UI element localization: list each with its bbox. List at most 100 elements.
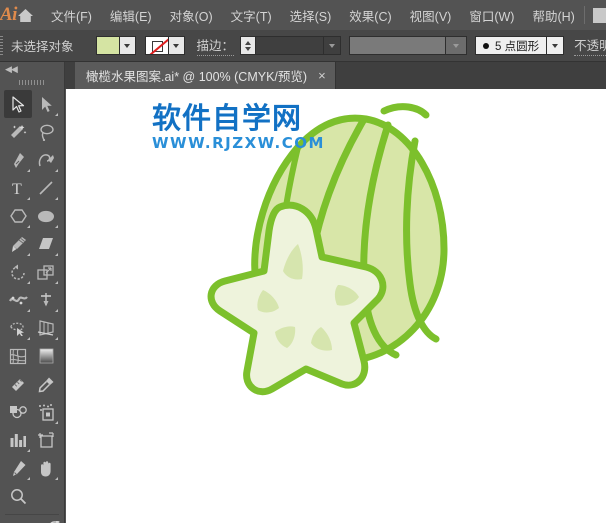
menu-item-window[interactable]: 窗口(W) — [460, 2, 523, 29]
width-tool[interactable] — [4, 286, 32, 314]
menubar-divider-right — [584, 6, 585, 24]
shape-builder-tool[interactable] — [4, 314, 32, 342]
hidden-tools-corner-icon — [27, 337, 30, 340]
menu-item-file[interactable]: 文件(F) — [42, 2, 101, 29]
selection-status-label: 未选择对象 — [3, 36, 82, 55]
double-chevron-left-icon[interactable]: ◀◀ — [5, 64, 17, 75]
symbol-sprayer-tool[interactable] — [32, 398, 60, 426]
stroke-weight-dropdown-button[interactable] — [323, 36, 341, 55]
hidden-tools-corner-icon — [55, 113, 58, 116]
hidden-tools-corner-icon — [55, 169, 58, 172]
hidden-tools-corner-icon — [55, 421, 58, 424]
hidden-tools-corner-icon — [27, 253, 30, 256]
selection-tool[interactable] — [4, 90, 32, 118]
tools-panel-divider — [5, 514, 59, 515]
opacity-label[interactable]: 不透明度 — [574, 35, 606, 56]
close-icon[interactable]: × — [318, 69, 326, 82]
hidden-tools-corner-icon — [27, 169, 30, 172]
curvature-tool[interactable] — [32, 146, 60, 174]
stroke-swatch-none[interactable] — [145, 36, 169, 55]
chevron-down-icon — [552, 44, 558, 48]
menu-item-list: 文件(F) 编辑(E) 对象(O) 文字(T) 选择(S) 效果(C) 视图(V… — [42, 2, 584, 29]
watermark: 软件自学网 WWW.RJZXW.COM — [152, 104, 325, 151]
gradient-tool[interactable] — [32, 342, 60, 370]
paintbrush-tool[interactable] — [4, 230, 32, 258]
free-transform-tool[interactable] — [32, 286, 60, 314]
hidden-tools-corner-icon — [27, 225, 30, 228]
hand-tool[interactable] — [32, 454, 60, 482]
hidden-tools-corner-icon — [55, 253, 58, 256]
scale-tool[interactable] — [32, 258, 60, 286]
polygon-tool[interactable] — [4, 202, 32, 230]
tools-panel: ◀◀ — [0, 62, 65, 523]
measure-tool[interactable] — [4, 370, 32, 398]
perspective-grid-tool[interactable] — [32, 314, 60, 342]
menubar-right-cluster — [584, 6, 606, 24]
hidden-tools-corner-icon — [55, 197, 58, 200]
hidden-tools-corner-icon — [55, 477, 58, 480]
menu-item-view[interactable]: 视图(V) — [401, 2, 461, 29]
stroke-weight-control[interactable] — [240, 36, 341, 55]
stroke-weight-label[interactable]: 描边： — [197, 35, 235, 56]
watermark-url-text: WWW.RJZXW.COM — [152, 136, 325, 151]
fill-dropdown-button[interactable] — [120, 36, 136, 55]
menu-item-type[interactable]: 文字(T) — [222, 2, 281, 29]
fill-color-control[interactable] — [96, 36, 136, 55]
menu-item-effect[interactable]: 效果(C) — [340, 2, 400, 29]
stroke-dropdown-button[interactable] — [169, 36, 185, 55]
app-logo: Ai — [0, 0, 17, 30]
brush-definition-control[interactable]: 5 点圆形 — [475, 36, 564, 55]
magic-wand-tool[interactable] — [4, 118, 32, 146]
brush-definition-value: 5 点圆形 — [495, 38, 539, 54]
chevron-down-icon — [124, 44, 130, 48]
rotate-tool[interactable] — [4, 258, 32, 286]
direct-selection-tool[interactable] — [32, 90, 60, 118]
chevron-down-icon — [453, 44, 459, 48]
control-bar: 未选择对象 描边： — [0, 30, 606, 62]
ellipse-tool[interactable] — [32, 202, 60, 230]
artboard-tool[interactable] — [32, 426, 60, 454]
svg-text:T: T — [12, 181, 22, 196]
hidden-tools-corner-icon — [27, 309, 30, 312]
stroke-weight-input[interactable] — [255, 36, 323, 55]
brush-definition-dropdown-button[interactable] — [546, 36, 564, 55]
eyedropper-tool[interactable] — [32, 370, 60, 398]
brush-definition-field[interactable]: 5 点圆形 — [475, 36, 546, 55]
fill-stroke-widget — [0, 519, 65, 523]
menu-item-help[interactable]: 帮助(H) — [523, 2, 583, 29]
tools-panel-header: ◀◀ — [0, 62, 64, 76]
mesh-tool[interactable] — [4, 342, 32, 370]
zoom-tool[interactable] — [4, 482, 32, 510]
hidden-tools-corner-icon — [27, 281, 30, 284]
home-icon[interactable] — [17, 0, 34, 30]
stepper-updown-icon[interactable] — [240, 36, 255, 55]
window-control-icon[interactable] — [593, 8, 606, 23]
graphic-style-dropdown-button — [445, 36, 467, 55]
slice-tool[interactable] — [4, 454, 32, 482]
chevron-down-icon — [173, 44, 179, 48]
hidden-tools-corner-icon — [27, 477, 30, 480]
hidden-tools-corner-icon — [55, 337, 58, 340]
type-tool[interactable]: T — [4, 174, 32, 202]
line-segment-tool[interactable] — [32, 174, 60, 202]
document-tab-active[interactable]: 橄榄水果图案.ai* @ 100% (CMYK/预览) × — [75, 62, 336, 89]
menu-item-select[interactable]: 选择(S) — [281, 2, 341, 29]
menu-item-edit[interactable]: 编辑(E) — [101, 2, 161, 29]
fill-swatch[interactable] — [96, 36, 120, 55]
hidden-tools-corner-icon — [27, 197, 30, 200]
hidden-tools-corner-icon — [55, 281, 58, 284]
lasso-tool[interactable] — [32, 118, 60, 146]
eraser-tool[interactable] — [32, 230, 60, 258]
hidden-tools-corner-icon — [55, 309, 58, 312]
document-tab-title: 橄榄水果图案.ai* @ 100% (CMYK/预览) — [86, 66, 307, 85]
column-graph-tool[interactable] — [4, 426, 32, 454]
menu-item-object[interactable]: 对象(O) — [161, 2, 222, 29]
tools-panel-grip-icon[interactable] — [0, 76, 64, 88]
illustrator-window: Ai 文件(F) 编辑(E) 对象(O) 文字(T) 选择(S) 效果(C) 视… — [0, 0, 606, 523]
brush-dot-icon — [483, 43, 489, 49]
document-canvas[interactable]: 软件自学网 WWW.RJZXW.COM — [66, 89, 606, 523]
stroke-color-control[interactable] — [145, 36, 185, 55]
blend-tool[interactable] — [4, 398, 32, 426]
document-tab-bar: 橄榄水果图案.ai* @ 100% (CMYK/预览) × — [65, 62, 606, 89]
pen-tool[interactable] — [4, 146, 32, 174]
